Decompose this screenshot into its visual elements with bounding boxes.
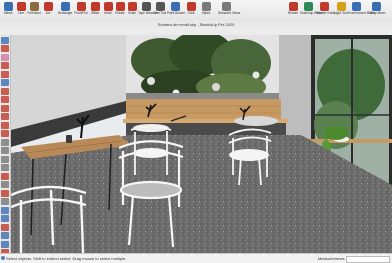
render-editor-icon	[319, 2, 329, 11]
toolbar-button-styles[interactable]: Styles	[198, 2, 214, 21]
info-icon[interactable]	[1, 256, 5, 260]
paint-tool-icon[interactable]	[1, 45, 9, 52]
toolbar-button-arc[interactable]: Arc	[40, 2, 56, 21]
toolbar-button-standard-views[interactable]: Standard Views	[218, 2, 241, 21]
toolbar-button-environment-editor[interactable]: Environment Editor	[348, 2, 376, 21]
pushpull-tool-icon[interactable]	[1, 87, 9, 95]
toolbar-button-render[interactable]: Render	[285, 2, 301, 21]
views-icon	[221, 2, 231, 11]
toolbar-button-v-ray-mesh[interactable]: V-Ray Mesh	[368, 2, 386, 21]
toolbar-button-label: Light Tool	[334, 11, 348, 15]
toolbar-button-label: Text Tool	[153, 11, 167, 15]
lookaround-tool-icon[interactable]	[1, 240, 9, 248]
toolbar-button-light-tool[interactable]: Light Tool	[333, 2, 349, 21]
walk-tool-icon[interactable]	[1, 232, 9, 239]
toolbar-button-label: Arc	[45, 11, 51, 15]
toolbar-button-label: Render Editor	[316, 11, 336, 15]
left-toolbar	[0, 35, 11, 256]
toolbar-button-label: Orbit	[187, 11, 195, 15]
eraser-tool-icon[interactable]	[1, 53, 9, 61]
tape-tool-icon[interactable]	[1, 138, 9, 146]
move-tool-icon[interactable]	[1, 96, 9, 103]
toolbar-button-label: Standard Views	[218, 11, 241, 15]
arc-icon	[43, 2, 53, 11]
arrow-icon	[3, 2, 13, 11]
scale-tool-icon[interactable]	[1, 121, 9, 129]
rect-tool-icon[interactable]	[1, 79, 9, 86]
zoom-tool-icon[interactable]	[1, 206, 9, 214]
toolbar-button-label: Sketchup Editor	[300, 11, 323, 15]
3d-viewport[interactable]	[11, 35, 392, 253]
pan-tool-icon[interactable]	[1, 198, 9, 205]
back-table-right	[234, 116, 278, 126]
toolbar-button-label: V-Ray Mesh	[368, 11, 386, 15]
pushpull-icon	[76, 2, 86, 11]
window-title: Sombra ok+ventil.skp - SketchUp Pro 2020	[0, 21, 392, 28]
text-tool-icon[interactable]	[1, 164, 9, 171]
back-plants	[131, 35, 271, 101]
toolbar-button-sketchup-editor[interactable]: Sketchup Editor	[300, 2, 323, 21]
environment-icon	[351, 2, 361, 11]
paint-icon	[170, 2, 180, 11]
toolbar-button-render-editor[interactable]: Render Editor	[316, 2, 336, 21]
toolbar-button-label: Rectangle	[57, 11, 73, 15]
protractor-tool-icon[interactable]	[1, 155, 9, 163]
render-icon	[288, 2, 298, 11]
dimension-tool-icon[interactable]	[1, 147, 9, 154]
offset-icon	[90, 2, 100, 11]
3dtext-tool-icon[interactable]	[1, 181, 9, 188]
zoom-window-icon[interactable]	[1, 215, 9, 222]
toolbar-button-label: Render	[287, 11, 299, 15]
toolbar-button-text-tool[interactable]: Text Tool	[152, 2, 168, 21]
line-tool-icon[interactable]	[1, 62, 9, 69]
orbit-icon	[186, 2, 196, 11]
vray-mesh-icon	[371, 2, 381, 11]
toolbar-button-label: Environment Editor	[348, 11, 376, 15]
rectangle-icon	[60, 2, 70, 11]
styles-icon	[201, 2, 211, 11]
pencil-icon	[16, 2, 26, 11]
scale-icon	[127, 2, 137, 11]
toolbar-button-rectangle[interactable]: Rectangle	[57, 2, 73, 21]
select-tool-icon[interactable]	[1, 36, 9, 44]
toolbar-button-orbit[interactable]: Orbit	[183, 2, 199, 21]
follow-tool-icon[interactable]	[1, 113, 9, 120]
toolbar-button-label: Styles	[201, 11, 211, 15]
text-icon	[155, 2, 165, 11]
zoom-extents-icon[interactable]	[1, 223, 9, 231]
arc-tool-icon[interactable]	[1, 70, 9, 78]
light-icon	[336, 2, 346, 11]
axes-tool-icon[interactable]	[1, 172, 9, 180]
toolbar-button-label: Paint Bucket	[167, 11, 185, 15]
offset-tool-icon[interactable]	[1, 130, 9, 137]
tape-icon	[141, 2, 151, 11]
cup	[66, 135, 72, 143]
rotate-tool-icon[interactable]	[1, 104, 9, 112]
freehand-icon	[29, 2, 39, 11]
orbit-tool-icon[interactable]	[1, 189, 9, 197]
main-toolbar: Select Line Freehand Arc Rectangle Push/Pull O…	[0, 0, 392, 22]
scene-tabs: Scene 1Scene 2Scene 3Scene 4Scene 5Scene…	[148, 28, 269, 43]
editor-icon	[303, 2, 313, 11]
toolbar-button-paint-bucket[interactable]: Paint Bucket	[167, 2, 185, 21]
